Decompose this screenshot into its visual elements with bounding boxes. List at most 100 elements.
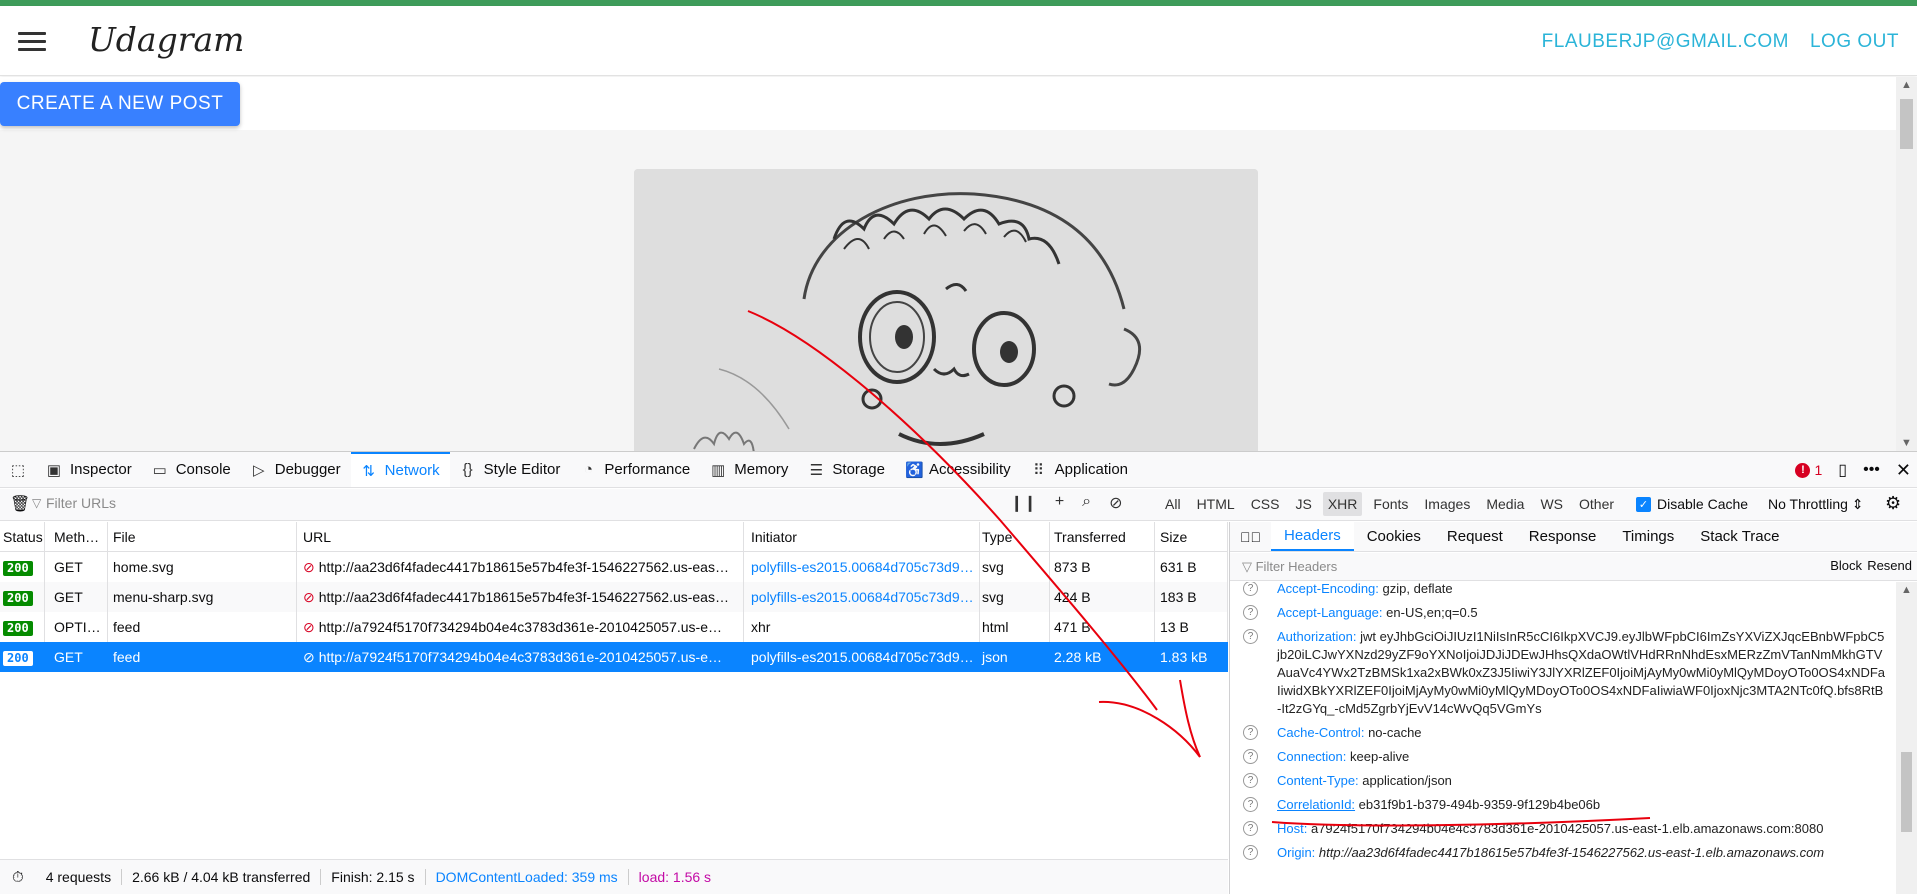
tab-memory[interactable]: ▥ Memory <box>700 452 798 487</box>
filter-icon: ▽ <box>32 496 42 510</box>
column-transferred[interactable]: Transferred <box>1051 522 1155 552</box>
file-cell: home.svg <box>110 552 297 582</box>
help-icon[interactable]: ? <box>1243 773 1258 788</box>
status-cell: 200 <box>0 552 45 582</box>
help-icon[interactable]: ? <box>1243 821 1258 836</box>
menu-icon[interactable] <box>18 32 46 54</box>
column-method[interactable]: Meth… <box>51 522 108 552</box>
filter-xhr[interactable]: XHR <box>1322 492 1363 516</box>
app-scrollbar[interactable]: ▲ ▼ <box>1896 77 1917 451</box>
help-icon[interactable]: ? <box>1243 797 1258 812</box>
filter-media[interactable]: Media <box>1481 492 1529 516</box>
block-button[interactable]: Block <box>1830 558 1862 573</box>
column-url[interactable]: URL <box>300 522 744 552</box>
header-key: CorrelationId: <box>1277 797 1356 812</box>
filter-all[interactable]: All <box>1160 492 1186 516</box>
column-size[interactable]: Size <box>1157 522 1228 552</box>
scroll-down-icon[interactable]: ▼ <box>1896 437 1917 449</box>
initiator-link[interactable]: polyfills-es2015.00684d705c73d9… <box>748 552 980 582</box>
table-row[interactable]: 200 GET menu-sharp.svg ⊘ http://aa23d6f4f… <box>0 582 1228 612</box>
initiator-link[interactable]: polyfills-es2015.00684d705c73d9… <box>748 642 980 672</box>
header-key: Connection: <box>1277 749 1347 764</box>
resend-button[interactable]: Resend <box>1867 558 1912 573</box>
headers-scrollbar[interactable]: ▲ <box>1896 582 1917 894</box>
header-row-correlation-id: ? CorrelationId: eb31f9b1-b379-494b-9359-… <box>1230 796 1895 814</box>
tab-console[interactable]: ▭ Console <box>142 452 241 487</box>
scroll-up-icon[interactable]: ▲ <box>1896 79 1917 91</box>
disable-cache-checkbox[interactable]: ✓ Disable Cache <box>1636 496 1748 512</box>
tab-style-editor[interactable]: {} Style Editor <box>450 452 571 487</box>
tab-headers[interactable]: Headers <box>1271 522 1354 551</box>
column-initiator[interactable]: Initiator <box>748 522 980 552</box>
table-row[interactable]: 200 GET home.svg ⊘ http://aa23d6f4fadec44… <box>0 552 1228 582</box>
help-icon[interactable]: ? <box>1243 749 1258 764</box>
column-type[interactable]: Type <box>979 522 1050 552</box>
tab-label: Style Editor <box>483 461 561 478</box>
filter-other[interactable]: Other <box>1574 492 1619 516</box>
filter-html[interactable]: HTML <box>1192 492 1240 516</box>
tab-debugger[interactable]: ▷ Debugger <box>241 452 351 487</box>
help-icon[interactable]: ? <box>1243 845 1258 860</box>
filter-ws[interactable]: WS <box>1535 492 1568 516</box>
table-row[interactable]: 200 OPTI… feed ⊘ http://a7924f5170f734294… <box>0 612 1228 642</box>
tab-application[interactable]: ⠿ Application <box>1021 452 1138 487</box>
tab-accessibility[interactable]: ♿ Accessibility <box>895 452 1021 487</box>
status-badge: 200 <box>3 651 33 666</box>
tab-performance[interactable]: ◔ Performance <box>570 452 700 487</box>
help-icon[interactable]: ? <box>1243 605 1258 620</box>
throttling-select[interactable]: No Throttling ⇕ <box>1768 496 1864 513</box>
brand-logo[interactable]: Udagram <box>88 20 244 59</box>
tab-response[interactable]: Response <box>1516 522 1610 551</box>
filter-css[interactable]: CSS <box>1246 492 1285 516</box>
style-editor-icon: {} <box>462 461 473 478</box>
table-row-selected[interactable]: 200 GET feed ⊘ http://a7924f5170f734294b0… <box>0 642 1228 672</box>
toggle-panel-icon[interactable]: ▹⃞ <box>1230 522 1271 551</box>
user-email-link[interactable]: FLAUBERJP@GMAIL.COM <box>1542 31 1789 53</box>
trash-icon[interactable]: 🗑 <box>10 494 30 514</box>
close-icon[interactable]: ✕ <box>1896 460 1911 481</box>
create-post-button[interactable]: CREATE A NEW POST <box>0 82 240 126</box>
initiator-link[interactable]: polyfills-es2015.00684d705c73d9… <box>748 582 980 612</box>
header-row: ? Authorization: jwt eyJhbGciOiJIUzI1NiIs… <box>1230 628 1895 718</box>
filter-icon: ▽ <box>1242 559 1256 574</box>
error-count-badge[interactable]: ! 1 <box>1795 462 1822 478</box>
element-picker-icon[interactable]: ⬚ <box>0 452 36 487</box>
tab-timings[interactable]: Timings <box>1609 522 1687 551</box>
help-icon[interactable]: ? <box>1243 582 1258 596</box>
add-icon[interactable]: + <box>1055 493 1064 513</box>
filter-images[interactable]: Images <box>1419 492 1475 516</box>
filter-urls-input[interactable]: Filter URLs <box>46 495 116 511</box>
headers-scrollbar-thumb[interactable] <box>1901 752 1912 832</box>
block-icon[interactable]: ⊘ <box>1109 493 1122 513</box>
status-badge: 200 <box>3 591 33 606</box>
type-filters: All HTML CSS JS XHR Fonts Images Media W… <box>1160 492 1619 516</box>
console-icon: ▭ <box>152 461 167 479</box>
filter-headers-input[interactable]: ▽ Filter Headers <box>1242 559 1337 575</box>
tab-storage[interactable]: ☰ Storage <box>798 452 895 487</box>
help-icon[interactable]: ? <box>1243 629 1258 644</box>
dock-layout-icon[interactable]: ▯ <box>1838 460 1847 480</box>
column-file[interactable]: File <box>110 522 297 552</box>
more-options-icon[interactable]: ••• <box>1863 461 1880 479</box>
gear-icon[interactable]: ⚙ <box>1885 493 1901 514</box>
tab-stack-trace[interactable]: Stack Trace <box>1687 522 1792 551</box>
column-status[interactable]: Status <box>0 522 45 552</box>
devtools-tabbar-right: ! 1 ▯ ••• ✕ <box>1795 452 1911 488</box>
search-icon[interactable]: ⌕ <box>1082 493 1091 513</box>
tab-inspector[interactable]: ▣ Inspector <box>36 452 142 487</box>
stopwatch-icon[interactable]: ⏱ <box>0 869 36 886</box>
help-icon[interactable]: ? <box>1243 725 1258 740</box>
scroll-up-icon[interactable]: ▲ <box>1896 584 1917 596</box>
tab-cookies[interactable]: Cookies <box>1354 522 1434 551</box>
header-value: eb31f9b1-b379-494b-9359-9f129b4be06b <box>1358 797 1601 812</box>
logout-button[interactable]: LOG OUT <box>1810 31 1899 53</box>
devtools-panel: ⬚ ▣ Inspector ▭ Console ▷ Debugger ⇅ Network… <box>0 451 1917 894</box>
tab-request[interactable]: Request <box>1434 522 1516 551</box>
filter-fonts[interactable]: Fonts <box>1368 492 1413 516</box>
filter-js[interactable]: JS <box>1290 492 1316 516</box>
pause-icon[interactable]: ❙❙ <box>1010 493 1037 513</box>
tab-network[interactable]: ⇅ Network <box>350 452 450 487</box>
insecure-lock-icon: ⊘ <box>303 619 315 635</box>
app-scrollbar-thumb[interactable] <box>1900 99 1913 149</box>
filter-headers-placeholder: Filter Headers <box>1255 559 1338 574</box>
